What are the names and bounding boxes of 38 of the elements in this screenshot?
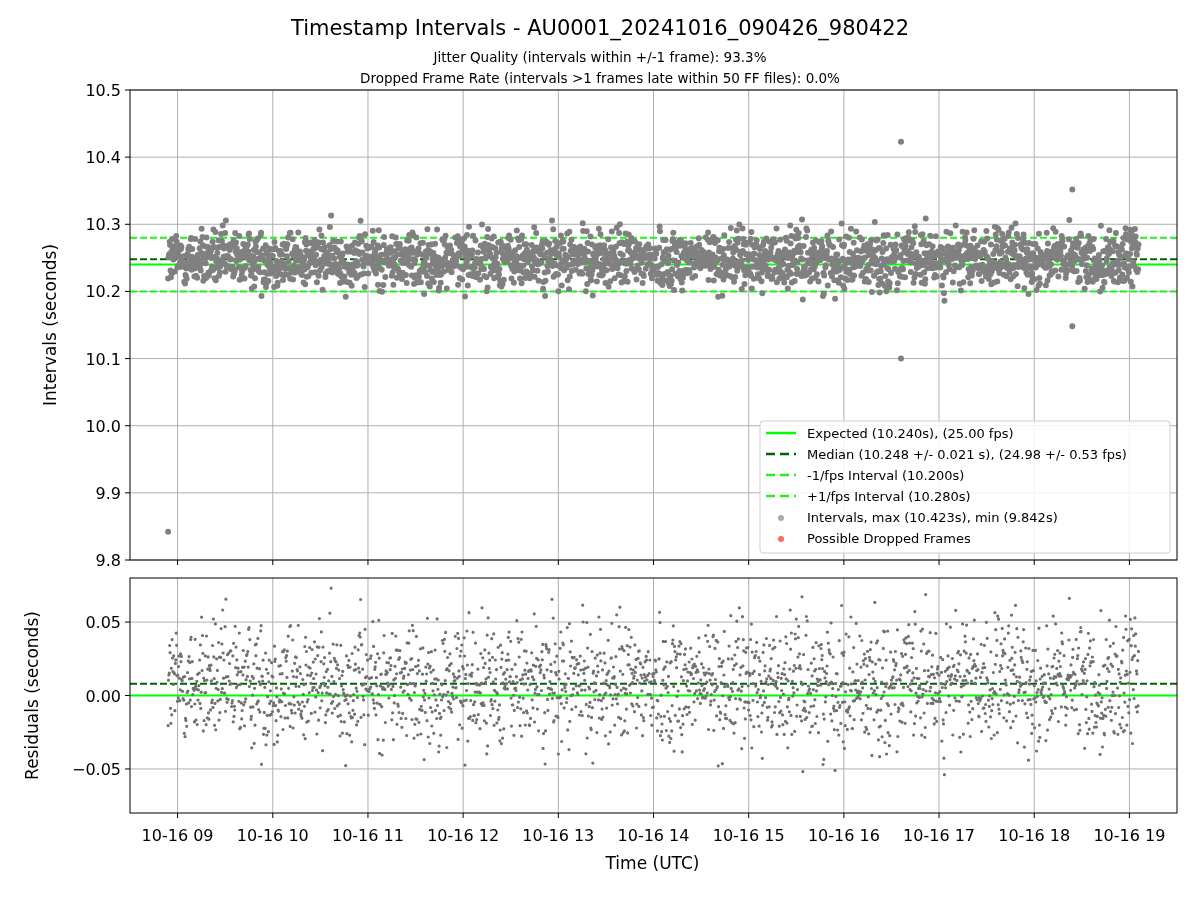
- tick-label: 9.9: [95, 483, 121, 503]
- tick-label: 10-16 16: [807, 826, 880, 845]
- legend-label: Possible Dropped Frames: [807, 531, 971, 546]
- tick-label: 9.8: [95, 551, 121, 570]
- tick-label: 10.1: [85, 349, 121, 369]
- legend-label: Median (10.248 +/- 0.021 s), (24.98 +/- 0.53 fps): [807, 447, 1127, 462]
- tick-label: 10-16 11: [332, 826, 404, 845]
- axis-label: Intervals (seconds): [40, 243, 60, 407]
- tick-label: 10-16 10: [236, 826, 309, 845]
- tick-label: 10-16 18: [998, 826, 1071, 845]
- tick-label: 10-16 15: [712, 826, 785, 845]
- tick-label: 10-16 19: [1093, 826, 1166, 845]
- chart-title: Timestamp Intervals - AU0001_20241016_090426_980422: [290, 15, 910, 42]
- tick-label: 10.0: [85, 416, 121, 436]
- legend-label: +1/fps Interval (10.280s): [807, 489, 971, 504]
- tick-label: 10-16 09: [141, 826, 214, 845]
- legend-line-sample: [766, 494, 796, 498]
- legend-line-sample: [766, 452, 796, 456]
- tick-label: 10.2: [85, 282, 121, 302]
- tick-label: 10.4: [85, 148, 121, 168]
- chart-subtitle: Jitter Quality (intervals within +/-1 frame): 93.3%: [433, 48, 767, 67]
- legend-label: -1/fps Interval (10.200s): [807, 468, 965, 483]
- tick-label: 10-16 13: [522, 826, 595, 845]
- axis-label: Residuals (seconds): [22, 611, 42, 780]
- tick-label: 10.3: [85, 215, 121, 235]
- legend-line-sample: [766, 473, 796, 477]
- tick-label: 0.05: [85, 613, 121, 633]
- legend-label: Expected (10.240s), (25.00 fps): [807, 426, 1014, 441]
- legend-line-sample: [766, 431, 796, 435]
- tick-label: 10-16 14: [617, 826, 690, 845]
- chart-subtitle: Dropped Frame Rate (intervals >1 frames late within 50 FF files): 0.0%: [360, 69, 840, 88]
- legend-label: Intervals, max (10.423s), min (9.842s): [807, 510, 1058, 525]
- tick-label: 0.00: [85, 686, 121, 706]
- tick-label: 10-16 17: [903, 826, 975, 845]
- axis-label: Time (UTC): [604, 852, 700, 874]
- tick-label: −0.05: [71, 759, 121, 779]
- tick-label: 10.5: [85, 81, 121, 100]
- tick-label: 10-16 12: [427, 826, 500, 845]
